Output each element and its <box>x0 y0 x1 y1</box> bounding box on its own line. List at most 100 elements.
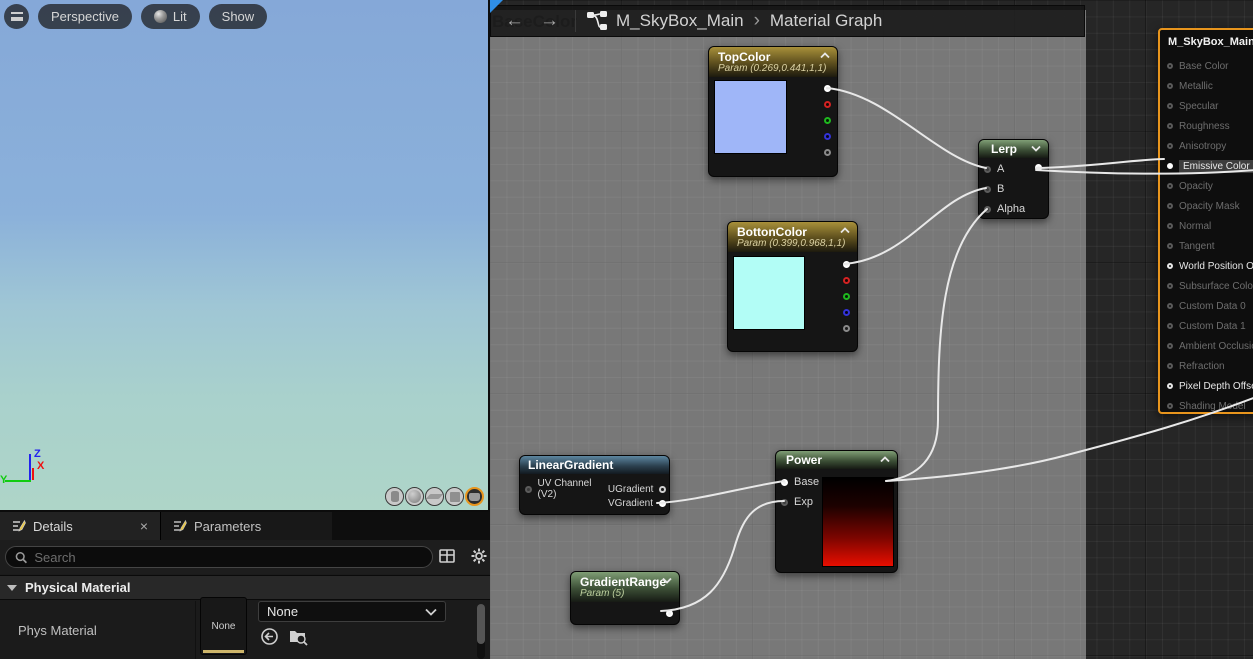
lit-button[interactable]: Lit <box>140 4 200 29</box>
search-input[interactable] <box>34 549 423 565</box>
node-lineargradient[interactable]: LinearGradient UV Channel (V2) UGradient… <box>519 455 670 515</box>
output-pin-row-anisotropy[interactable]: Anisotropy <box>1160 136 1253 156</box>
output-pin-row-pixel-depth-offset[interactable]: Pixel Depth Offset <box>1160 376 1253 396</box>
node-topcolor[interactable]: TopColor Param (0.269,0.441,1,1) <box>708 46 838 177</box>
tab-parameters[interactable]: Parameters <box>160 512 332 540</box>
scrollbar-thumb[interactable] <box>477 604 485 644</box>
plane-icon <box>425 494 444 499</box>
lerp-a-input-pin[interactable] <box>984 165 991 173</box>
expand-chevron-down-icon[interactable] <box>1031 145 1041 152</box>
output-pin-row-normal[interactable]: Normal <box>1160 216 1253 236</box>
output-pin-row-tangent[interactable]: Tangent <box>1160 236 1253 256</box>
tab-details[interactable]: Details × <box>0 512 160 540</box>
input-pin-icon[interactable] <box>1167 343 1173 349</box>
search-field[interactable] <box>5 546 433 568</box>
input-pin-icon[interactable] <box>1167 143 1173 149</box>
expand-chevron-down-icon[interactable] <box>662 577 672 584</box>
output-pin-row-opacity-mask[interactable]: Opacity Mask <box>1160 196 1253 216</box>
topcolor-rgb-output-pin[interactable] <box>824 85 831 92</box>
collapse-chevron-up-icon[interactable] <box>840 227 850 234</box>
input-pin-icon[interactable] <box>1167 183 1173 189</box>
node-gradientrange[interactable]: GradientRange Param (5) <box>570 571 680 625</box>
node-material-output[interactable]: M_SkyBox_Main Base Color Metallic Specular… <box>1158 28 1253 414</box>
material-graph-canvas[interactable]: BaseColor ← → M_SkyBox_Main › Material G… <box>490 0 1253 659</box>
phys-material-dropdown[interactable]: None <box>258 601 446 622</box>
lerp-b-input-pin[interactable] <box>984 185 991 193</box>
output-pin-row-base-color[interactable]: Base Color <box>1160 56 1253 76</box>
column-divider[interactable] <box>195 601 196 659</box>
input-pin-icon[interactable] <box>1167 203 1173 209</box>
output-pin-row-refraction[interactable]: Refraction <box>1160 356 1253 376</box>
plane-mesh-button[interactable] <box>425 487 444 506</box>
show-button[interactable]: Show <box>208 4 268 29</box>
node-lerp[interactable]: Lerp A B Alpha <box>978 139 1049 219</box>
input-pin-icon[interactable] <box>1167 123 1173 129</box>
use-selected-asset-icon[interactable] <box>260 627 279 646</box>
lerp-output-pin[interactable] <box>1035 164 1042 171</box>
perspective-button[interactable]: Perspective <box>38 4 132 29</box>
viewport-menu-button[interactable] <box>4 4 29 29</box>
lineargradient-uv-input-pin[interactable] <box>525 485 532 493</box>
bottoncolor-swatch[interactable] <box>733 256 805 330</box>
input-pin-icon[interactable] <box>1167 103 1173 109</box>
view-options-table-icon[interactable] <box>438 547 456 565</box>
input-pin-icon[interactable] <box>1167 363 1173 369</box>
input-pin-icon[interactable] <box>1167 163 1173 169</box>
topcolor-r-output-pin[interactable] <box>824 101 831 108</box>
forward-arrow-icon[interactable]: → <box>532 10 567 32</box>
cylinder-mesh-button[interactable] <box>385 487 404 506</box>
breadcrumb-asset-name[interactable]: M_SkyBox_Main <box>616 11 744 31</box>
input-pin-icon[interactable] <box>1167 303 1173 309</box>
ugradient-output-pin[interactable] <box>659 485 666 493</box>
node-bottoncolor[interactable]: BottonColor Param (0.399,0.968,1,1) <box>727 221 858 352</box>
input-pin-icon[interactable] <box>1167 263 1173 269</box>
output-pin-row-shading-model[interactable]: Shading Model <box>1160 396 1253 416</box>
topcolor-a-output-pin[interactable] <box>824 149 831 156</box>
node-power[interactable]: Power Base Exp <box>775 450 898 573</box>
output-pin-row-metallic[interactable]: Metallic <box>1160 76 1253 96</box>
bottoncolor-b-output-pin[interactable] <box>843 309 850 316</box>
topcolor-b-output-pin[interactable] <box>824 133 831 140</box>
vgradient-output-pin[interactable] <box>659 500 666 507</box>
cube-mesh-button[interactable] <box>445 487 464 506</box>
sphere-mesh-button[interactable] <box>405 487 424 506</box>
input-pin-icon[interactable] <box>1167 383 1173 389</box>
browse-to-asset-icon[interactable] <box>288 627 309 646</box>
input-pin-icon[interactable] <box>1167 403 1173 409</box>
back-arrow-icon[interactable]: ← <box>497 10 532 32</box>
bottoncolor-g-output-pin[interactable] <box>843 293 850 300</box>
preview-viewport[interactable]: Perspective Lit Show Z X Y <box>0 0 490 512</box>
output-pin-row-roughness[interactable]: Roughness <box>1160 116 1253 136</box>
input-pin-icon[interactable] <box>1167 283 1173 289</box>
output-pin-row-custom-data-0[interactable]: Custom Data 0 <box>1160 296 1253 316</box>
thumbnail-underline <box>203 650 244 653</box>
input-pin-icon[interactable] <box>1167 323 1173 329</box>
power-exp-input-pin[interactable] <box>781 498 788 506</box>
lerp-alpha-input-pin[interactable] <box>984 205 991 213</box>
collapse-chevron-up-icon[interactable] <box>880 456 890 463</box>
gradientrange-output-pin[interactable] <box>666 610 673 617</box>
output-pin-row-world-position-offset[interactable]: World Position Offset <box>1160 256 1253 276</box>
settings-gear-icon[interactable] <box>470 547 488 565</box>
output-pin-row-custom-data-1[interactable]: Custom Data 1 <box>1160 316 1253 336</box>
bottoncolor-r-output-pin[interactable] <box>843 277 850 284</box>
input-pin-icon[interactable] <box>1167 83 1173 89</box>
teapot-mesh-button[interactable] <box>465 487 484 506</box>
collapse-chevron-up-icon[interactable] <box>820 52 830 59</box>
phys-material-thumbnail[interactable]: None <box>200 597 247 655</box>
close-tab-icon[interactable]: × <box>140 518 148 534</box>
topcolor-swatch[interactable] <box>714 80 787 154</box>
input-pin-icon[interactable] <box>1167 243 1173 249</box>
details-scrollbar[interactable] <box>477 604 485 659</box>
bottoncolor-a-output-pin[interactable] <box>843 325 850 332</box>
power-base-input-pin[interactable] <box>781 478 788 486</box>
output-pin-row-emissive-color[interactable]: Emissive Color <box>1160 156 1253 176</box>
output-pin-row-opacity[interactable]: Opacity <box>1160 176 1253 196</box>
topcolor-g-output-pin[interactable] <box>824 117 831 124</box>
input-pin-icon[interactable] <box>1167 223 1173 229</box>
output-pin-row-specular[interactable]: Specular <box>1160 96 1253 116</box>
bottoncolor-rgb-output-pin[interactable] <box>843 261 850 268</box>
output-pin-row-subsurface-color[interactable]: Subsurface Color <box>1160 276 1253 296</box>
input-pin-icon[interactable] <box>1167 63 1173 69</box>
output-pin-row-ambient-occlusion[interactable]: Ambient Occlusion <box>1160 336 1253 356</box>
